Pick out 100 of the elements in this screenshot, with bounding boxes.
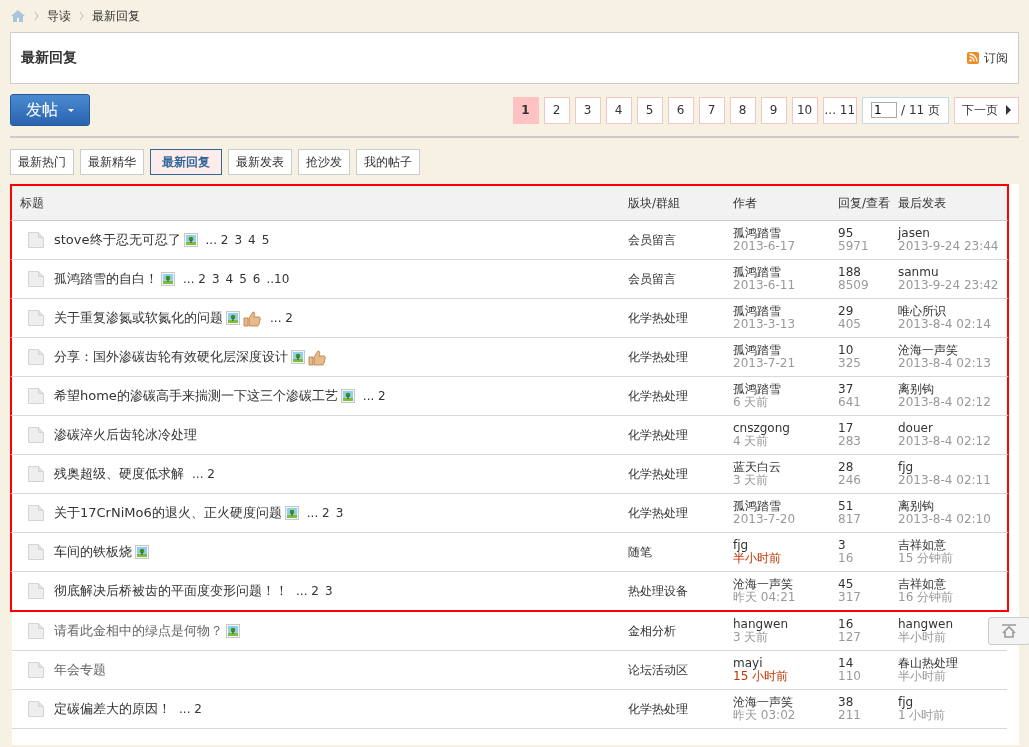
page-link[interactable]: ... 2 xyxy=(362,389,386,403)
filter-tab[interactable]: 最新回复 xyxy=(150,149,222,175)
page-link[interactable]: 3 xyxy=(574,96,601,124)
forum-link[interactable]: 会员留言 xyxy=(628,270,733,288)
page-link[interactable]: 5 xyxy=(239,272,247,286)
author-link[interactable]: 孤鸿踏雪 xyxy=(733,305,781,318)
page-link[interactable]: 6 xyxy=(252,272,261,286)
reply-count[interactable]: 3 xyxy=(838,539,846,552)
reply-count[interactable]: 188 xyxy=(838,266,861,279)
reply-count[interactable]: 45 xyxy=(838,578,854,591)
thread-title-link[interactable]: 请看此金相中的绿点是何物？ xyxy=(54,622,223,640)
page-link[interactable]: 6 xyxy=(667,96,694,124)
reply-count[interactable]: 14 xyxy=(838,657,854,670)
page-link[interactable]: ... 2 xyxy=(296,584,319,598)
thread-title-link[interactable]: 希望home的渗碳高手来揣测一下这三个渗碳工艺 xyxy=(54,387,338,405)
page-link[interactable]: 10 xyxy=(791,96,818,124)
reply-count[interactable]: 16 xyxy=(838,618,854,631)
author-link[interactable]: 孤鸿踏雪 xyxy=(733,344,781,357)
page-link[interactable]: ... 2 xyxy=(192,467,215,481)
forum-link[interactable]: 论坛活动区 xyxy=(628,661,733,679)
page-link[interactable]: 4 xyxy=(248,233,256,247)
author-link[interactable]: fjg xyxy=(733,539,749,552)
page-link[interactable]: 3 xyxy=(335,506,344,520)
thread-title-link[interactable]: stove终于忍无可忍了 xyxy=(54,231,181,249)
reply-count[interactable]: 38 xyxy=(838,696,854,709)
author-link[interactable]: 孤鸿踏雪 xyxy=(733,266,781,279)
last-poster-link[interactable]: 唯心所识 xyxy=(898,305,946,318)
last-poster-link[interactable]: fjg xyxy=(898,696,914,709)
forum-link[interactable]: 化学热处理 xyxy=(628,700,733,718)
page-link[interactable]: 9 xyxy=(760,96,787,124)
forum-link[interactable]: 化学热处理 xyxy=(628,426,733,444)
forum-link[interactable]: 随笔 xyxy=(628,543,733,561)
forum-link[interactable]: 热处理设备 xyxy=(628,582,733,600)
last-poster-link[interactable]: 离别钩 xyxy=(898,500,934,513)
page-link[interactable]: 4 xyxy=(225,272,234,286)
forum-link[interactable]: 会员留言 xyxy=(628,231,733,249)
filter-tab[interactable]: 最新热门 xyxy=(10,149,74,175)
page-input[interactable]: 1 xyxy=(871,102,898,118)
author-link[interactable]: mayi xyxy=(733,657,763,670)
reply-count[interactable]: 28 xyxy=(838,461,854,474)
forum-link[interactable]: 化学热处理 xyxy=(628,465,733,483)
page-link[interactable]: 8 xyxy=(729,96,756,124)
page-link[interactable]: 2 xyxy=(543,96,570,124)
forum-link[interactable]: 化学热处理 xyxy=(628,348,733,366)
page-link[interactable]: 5 xyxy=(636,96,663,124)
next-page-button[interactable]: 下一页 xyxy=(954,96,1019,124)
thread-title-link[interactable]: 车间的铁板烧 xyxy=(54,543,132,561)
forum-link[interactable]: 化学热处理 xyxy=(628,387,733,405)
page-link[interactable]: ... 2 xyxy=(183,272,206,286)
last-poster-link[interactable]: 吉祥如意 xyxy=(898,539,946,552)
filter-tab[interactable]: 我的帖子 xyxy=(356,149,420,175)
author-link[interactable]: 孤鸿踏雪 xyxy=(733,227,781,240)
page-link[interactable]: ... 11 xyxy=(822,96,858,124)
reply-count[interactable]: 10 xyxy=(838,344,854,357)
reply-count[interactable]: 29 xyxy=(838,305,854,318)
author-link[interactable]: 孤鸿踏雪 xyxy=(733,500,781,513)
last-poster-link[interactable]: jasen xyxy=(898,227,930,240)
filter-tab[interactable]: 最新发表 xyxy=(228,149,292,175)
author-link[interactable]: cnszgong xyxy=(733,422,790,435)
author-link[interactable]: 蓝天白云 xyxy=(733,461,781,474)
thread-title-link[interactable]: 分享：国外渗碳齿轮有效硬化层深度设计 xyxy=(54,348,288,366)
page-link[interactable]: ... 2 xyxy=(306,506,330,520)
forum-link[interactable]: 金相分析 xyxy=(628,622,733,640)
forum-link[interactable]: 化学热处理 xyxy=(628,504,733,522)
reply-count[interactable]: 17 xyxy=(838,422,854,435)
breadcrumb-link[interactable]: 导读 xyxy=(47,7,71,25)
thread-title-link[interactable]: 彻底解决后桥被齿的平面度变形问题！！ xyxy=(54,582,288,600)
reply-count[interactable]: 37 xyxy=(838,383,854,396)
post-button[interactable]: 发帖 xyxy=(10,94,90,126)
page-link[interactable]: ... 2 xyxy=(179,702,202,716)
page-link[interactable]: ..10 xyxy=(266,272,290,286)
page-link[interactable]: 3 xyxy=(211,272,220,286)
page-link[interactable]: 3 xyxy=(234,233,243,247)
reply-count[interactable]: 95 xyxy=(838,227,854,240)
thread-title-link[interactable]: 关于重复渗氮或软氮化的问题 xyxy=(54,309,223,327)
last-poster-link[interactable]: 离别钩 xyxy=(898,383,934,396)
filter-tab[interactable]: 抢沙发 xyxy=(298,149,350,175)
last-poster-link[interactable]: fjg xyxy=(898,461,914,474)
reply-count[interactable]: 51 xyxy=(838,500,854,513)
subscribe-link[interactable]: 订阅 xyxy=(967,49,1008,67)
page-link[interactable]: 4 xyxy=(605,96,632,124)
thread-title-link[interactable]: 关于17CrNiMo6的退火、正火硬度问题 xyxy=(54,504,282,522)
last-poster-link[interactable]: 沧海一声笑 xyxy=(898,344,958,357)
page-link[interactable]: 1 xyxy=(512,96,539,124)
last-poster-link[interactable]: 吉祥如意 xyxy=(898,578,946,591)
thread-title-link[interactable]: 残奥超级、硬度低求解 xyxy=(54,465,184,483)
last-poster-link[interactable]: 春山热处理 xyxy=(898,657,958,670)
thread-title-link[interactable]: 定碳偏差大的原因！ xyxy=(54,700,171,718)
page-link[interactable]: ... 2 xyxy=(205,233,229,247)
filter-tab[interactable]: 最新精华 xyxy=(80,149,144,175)
forum-link[interactable]: 化学热处理 xyxy=(628,309,733,327)
last-poster-link[interactable]: douer xyxy=(898,422,933,435)
author-link[interactable]: 孤鸿踏雪 xyxy=(733,383,781,396)
author-link[interactable]: 沧海一声笑 xyxy=(733,578,793,591)
page-link[interactable]: ... 2 xyxy=(270,311,293,325)
breadcrumb-link[interactable]: 最新回复 xyxy=(92,7,140,25)
thread-title-link[interactable]: 孤鸿踏雪的自白！ xyxy=(54,270,158,288)
page-link[interactable]: 7 xyxy=(698,96,725,124)
page-link[interactable]: 5 xyxy=(261,233,270,247)
thread-title-link[interactable]: 年会专题 xyxy=(54,661,106,679)
